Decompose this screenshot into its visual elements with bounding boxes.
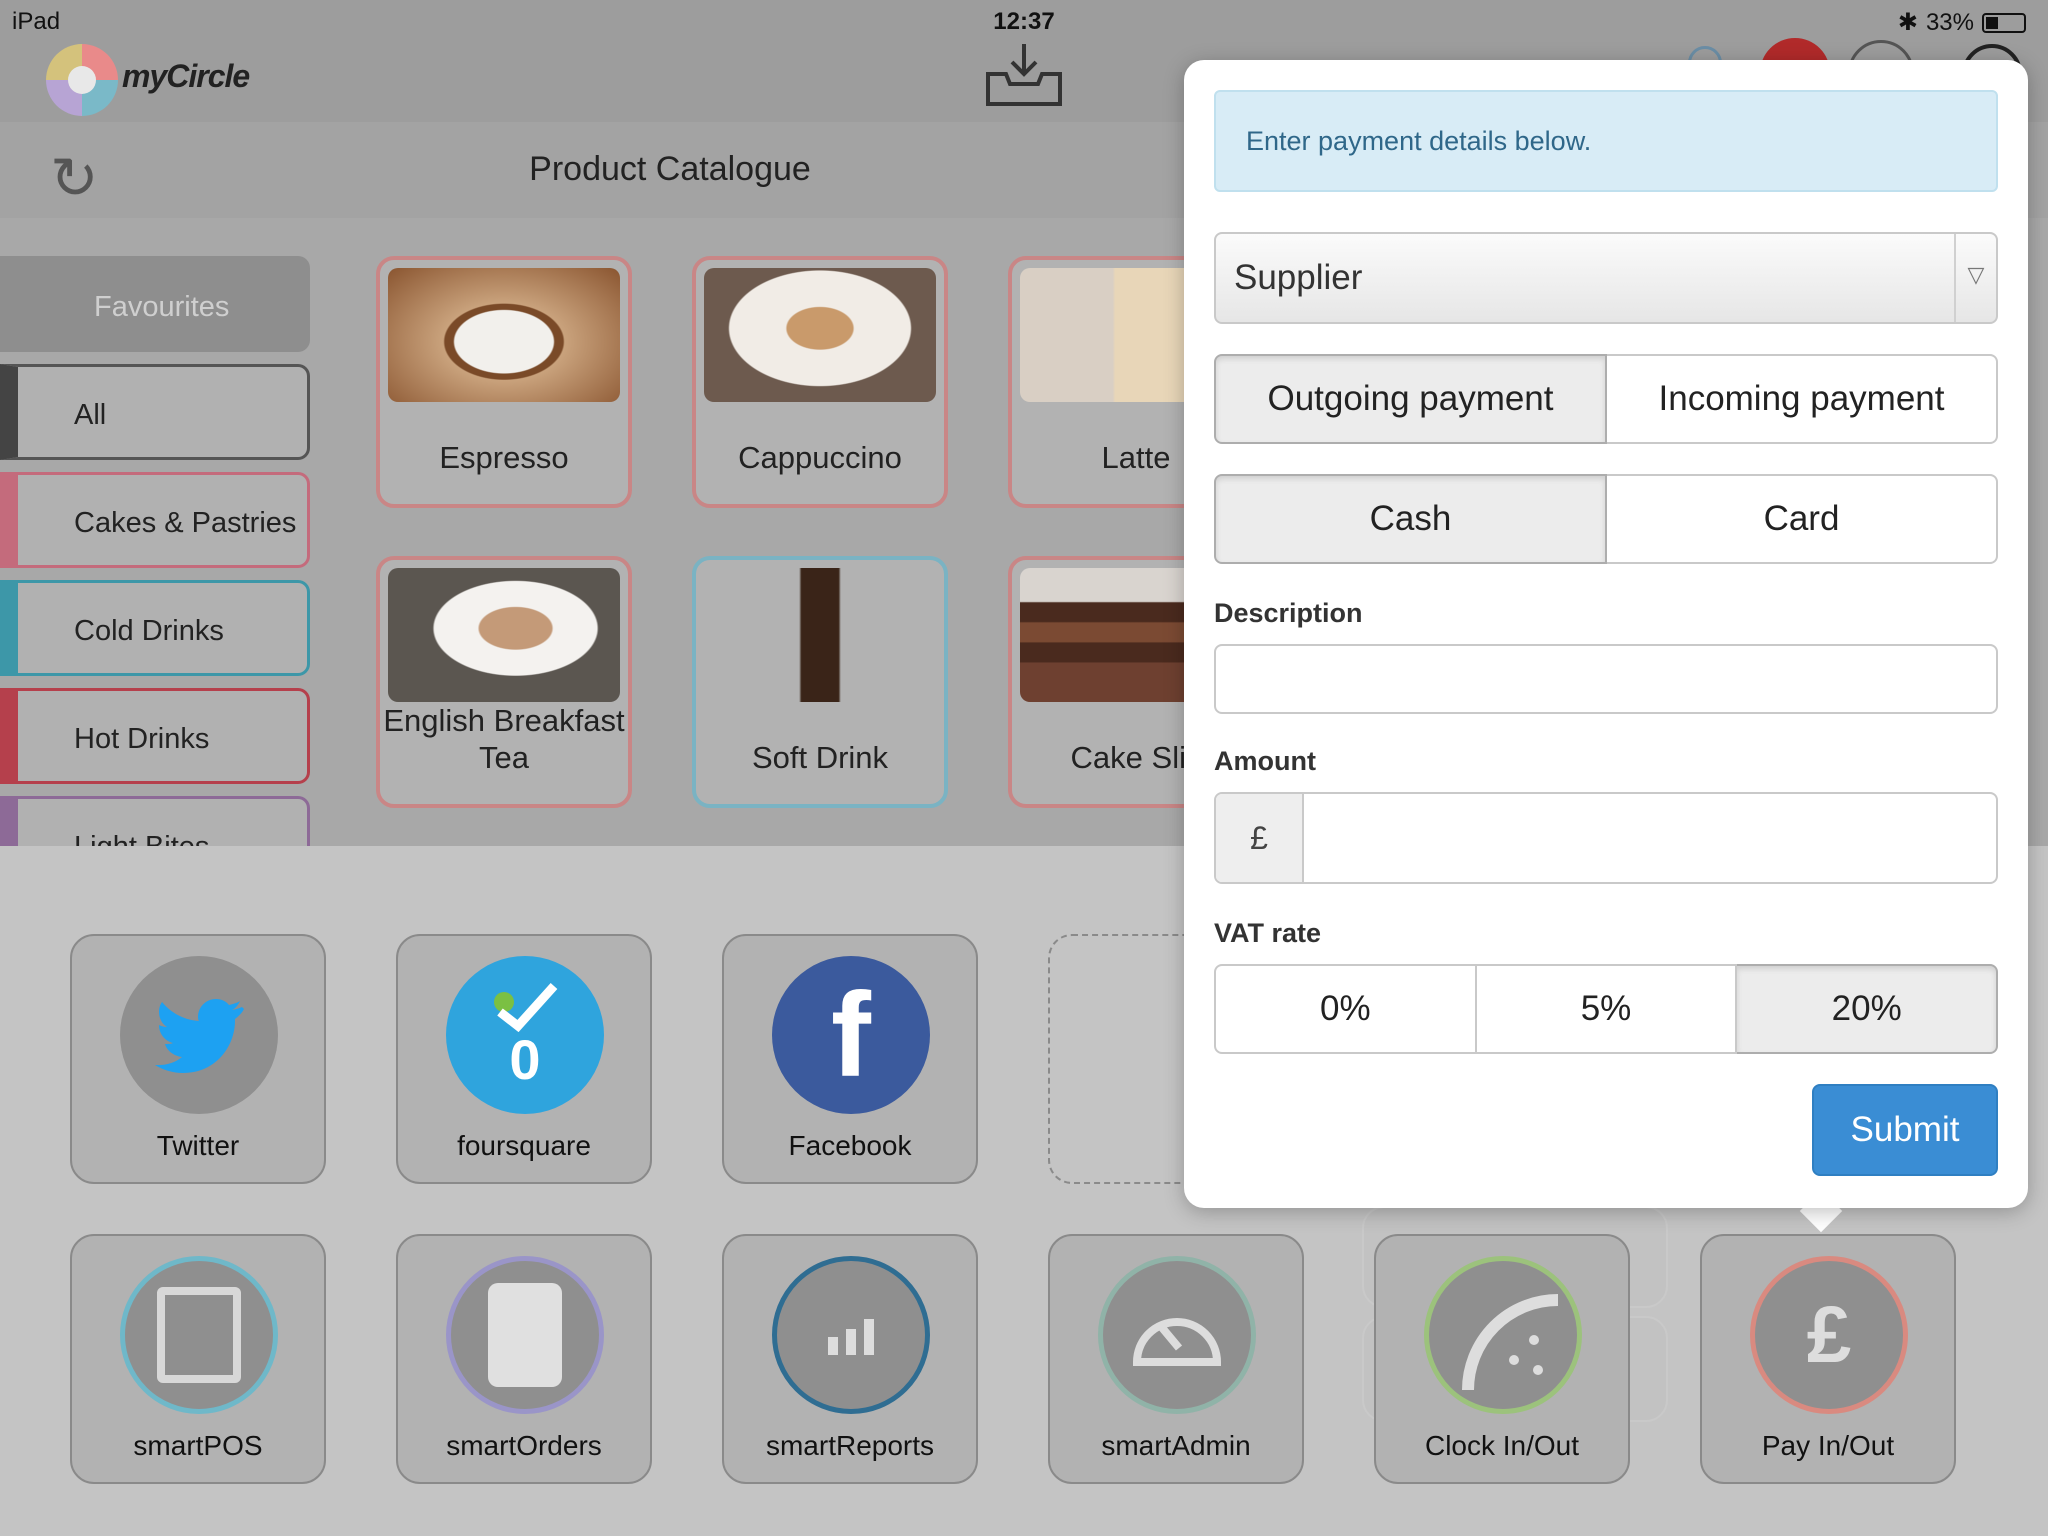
foursquare-app[interactable]: 0 foursquare: [396, 934, 652, 1184]
payee-select-value: Supplier: [1234, 258, 1363, 297]
category-cakes-pastries[interactable]: Cakes & Pastries: [0, 472, 310, 568]
smartorders-app[interactable]: smartOrders: [396, 1234, 652, 1484]
description-field[interactable]: [1214, 644, 1998, 714]
amount-label: Amount: [1214, 746, 1316, 776]
category-hot-drinks[interactable]: Hot Drinks: [0, 688, 310, 784]
app-label: smartAdmin: [1101, 1430, 1251, 1461]
product-name: Soft Drink: [751, 740, 889, 775]
app-label: Clock In/Out: [1424, 1430, 1580, 1461]
clock-icon: [1424, 1256, 1582, 1414]
payment-method-toggle: Cash Card: [1214, 474, 1998, 564]
info-alert: Enter payment details below.: [1214, 90, 1998, 192]
battery-icon: [1982, 12, 2026, 33]
app-label: Twitter: [156, 1130, 240, 1161]
product-tile[interactable]: English Breakfast Tea: [376, 556, 632, 808]
vat-5-button[interactable]: 5%: [1476, 964, 1738, 1054]
mycircle-logo-icon: [46, 44, 118, 116]
espresso-image: [388, 268, 620, 402]
vat-0-button[interactable]: 0%: [1214, 964, 1477, 1054]
outgoing-payment-button[interactable]: Outgoing payment: [1214, 354, 1607, 444]
description-label: Description: [1214, 598, 1363, 628]
smartadmin-app[interactable]: smartAdmin: [1048, 1234, 1304, 1484]
pay-in-out-app[interactable]: £ Pay In/Out: [1700, 1234, 1956, 1484]
submit-button[interactable]: Submit: [1812, 1084, 1998, 1176]
payment-popover: Enter payment details below. Supplier ▽ …: [1184, 60, 2028, 1208]
product-tile[interactable]: Espresso: [376, 256, 632, 508]
card-button[interactable]: Card: [1607, 474, 1998, 564]
twitter-app[interactable]: Twitter: [70, 934, 326, 1184]
cappuccino-image: [704, 268, 936, 402]
app-name: myCircle: [122, 58, 250, 94]
chevron-down-icon: ▽: [1954, 234, 1996, 322]
twitter-bird-icon: [120, 956, 278, 1114]
product-name: English Breakfast Tea: [383, 703, 625, 775]
gauge-icon: [1098, 1256, 1256, 1414]
vat-20-button[interactable]: 20%: [1737, 964, 1999, 1054]
bluetooth-icon: ✱: [1897, 9, 1918, 36]
payee-select[interactable]: Supplier ▽: [1214, 232, 1998, 324]
bar-chart-icon: [772, 1256, 930, 1414]
product-name: Espresso: [439, 440, 569, 475]
vat-rate-label: VAT rate: [1214, 918, 1322, 948]
category-light-bites[interactable]: Light Bites: [0, 796, 310, 846]
category-favourites[interactable]: Favourites: [0, 256, 310, 352]
status-right: ✱ 33%: [1898, 8, 2026, 37]
category-all[interactable]: All: [0, 364, 310, 460]
facebook-f-icon: f: [772, 956, 930, 1114]
payment-direction-toggle: Outgoing payment Incoming payment: [1214, 354, 1998, 444]
app-label: smartReports: [765, 1430, 935, 1461]
soft-drink-image: [704, 568, 936, 702]
smartreports-app[interactable]: smartReports: [722, 1234, 978, 1484]
app-label: foursquare: [457, 1130, 591, 1161]
incoming-payment-button[interactable]: Incoming payment: [1607, 354, 1998, 444]
app-label: Facebook: [788, 1130, 912, 1161]
app-label: smartOrders: [446, 1430, 602, 1461]
english-breakfast-tea-image: [388, 568, 620, 702]
product-tile[interactable]: Cappuccino: [692, 256, 948, 508]
category-list: Favourites All Cakes & Pastries Cold Dri…: [0, 256, 310, 846]
category-cold-drinks[interactable]: Cold Drinks: [0, 580, 310, 676]
clock-time: 12:37: [993, 8, 1055, 35]
foursquare-checkin-icon: 0: [446, 956, 604, 1114]
smartpos-app[interactable]: smartPOS: [70, 1234, 326, 1484]
battery-percentage: 33%: [1925, 8, 1974, 36]
order-list-icon: [446, 1256, 604, 1414]
cash-button[interactable]: Cash: [1214, 474, 1607, 564]
vat-rate-toggle: 0% 5% 20%: [1214, 964, 1999, 1054]
product-name: Cappuccino: [738, 440, 902, 475]
amount-field[interactable]: £: [1214, 792, 1998, 884]
checkin-count: 0: [509, 1028, 541, 1091]
status-bar: iPad 12:37 ✱ 33%: [0, 0, 2048, 40]
tablet-icon: [120, 1256, 278, 1414]
product-tile[interactable]: Soft Drink: [692, 556, 948, 808]
pound-plus-minus-icon: £: [1750, 1256, 1908, 1414]
facebook-app[interactable]: f Facebook: [722, 934, 978, 1184]
app-label: smartPOS: [133, 1430, 263, 1461]
currency-symbol: £: [1216, 794, 1304, 882]
app-label: Pay In/Out: [1761, 1430, 1895, 1461]
clock-in-out-app[interactable]: Clock In/Out: [1374, 1234, 1630, 1484]
page-title: Product Catalogue: [529, 150, 811, 188]
download-tray-icon[interactable]: [982, 40, 1066, 110]
